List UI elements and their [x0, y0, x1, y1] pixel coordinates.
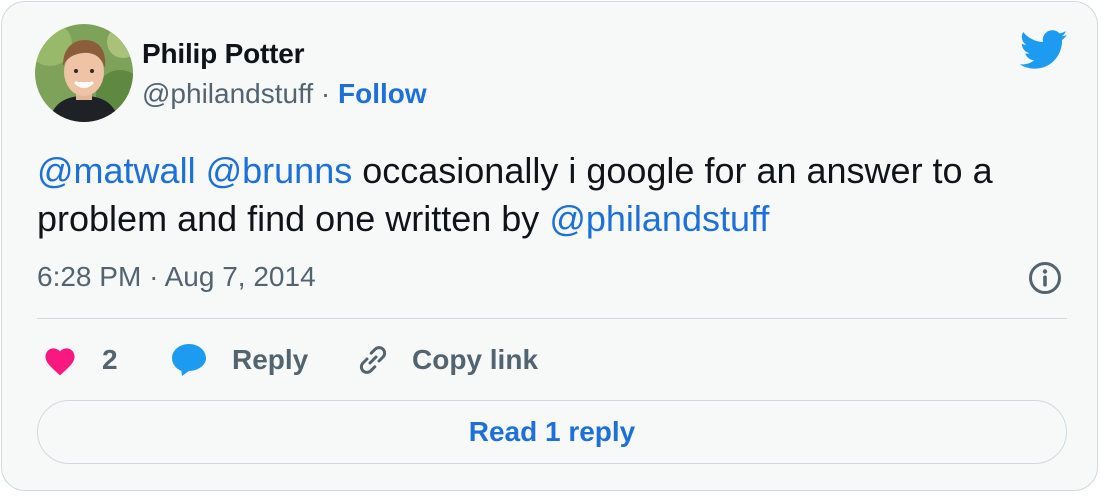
- copy-link-label: Copy link: [412, 344, 539, 375]
- tweet-timestamp[interactable]: 6:28 PM · Aug 7, 2014: [37, 261, 316, 293]
- author-handle-row: @philandstuff · Follow: [142, 78, 427, 110]
- author-handle[interactable]: @philandstuff: [142, 78, 313, 109]
- mention-link[interactable]: @philandstuff: [549, 198, 769, 239]
- timestamp-separator: ·: [149, 261, 159, 292]
- mention-link[interactable]: @brunns: [206, 150, 353, 191]
- tweet-text: @matwall @brunns occasionally i google f…: [37, 147, 1077, 243]
- author-name[interactable]: Philip Potter: [142, 38, 304, 70]
- handle-separator: ·: [320, 78, 331, 109]
- tweet-date: Aug 7, 2014: [164, 261, 316, 292]
- like-count: 2: [102, 344, 118, 375]
- reply-label: Reply: [232, 344, 309, 375]
- read-replies-button[interactable]: Read 1 reply: [37, 400, 1067, 464]
- avatar-photo: [35, 24, 133, 122]
- avatar[interactable]: [35, 24, 133, 122]
- twitter-bird-icon[interactable]: [1019, 30, 1068, 70]
- link-icon: [356, 343, 390, 377]
- speech-bubble-icon: [170, 342, 208, 378]
- reply-button[interactable]: Reply: [170, 340, 308, 380]
- heart-icon: [42, 344, 78, 376]
- tweet-embed-card: Philip Potter @philandstuff · Follow @ma…: [1, 1, 1098, 491]
- info-icon[interactable]: [1028, 261, 1062, 295]
- tweet-time: 6:28 PM: [37, 261, 142, 292]
- mention-link[interactable]: @matwall: [37, 150, 196, 191]
- divider: [37, 318, 1067, 319]
- like-button[interactable]: 2: [42, 340, 118, 380]
- follow-button[interactable]: Follow: [338, 78, 427, 109]
- copy-link-button[interactable]: Copy link: [356, 340, 538, 380]
